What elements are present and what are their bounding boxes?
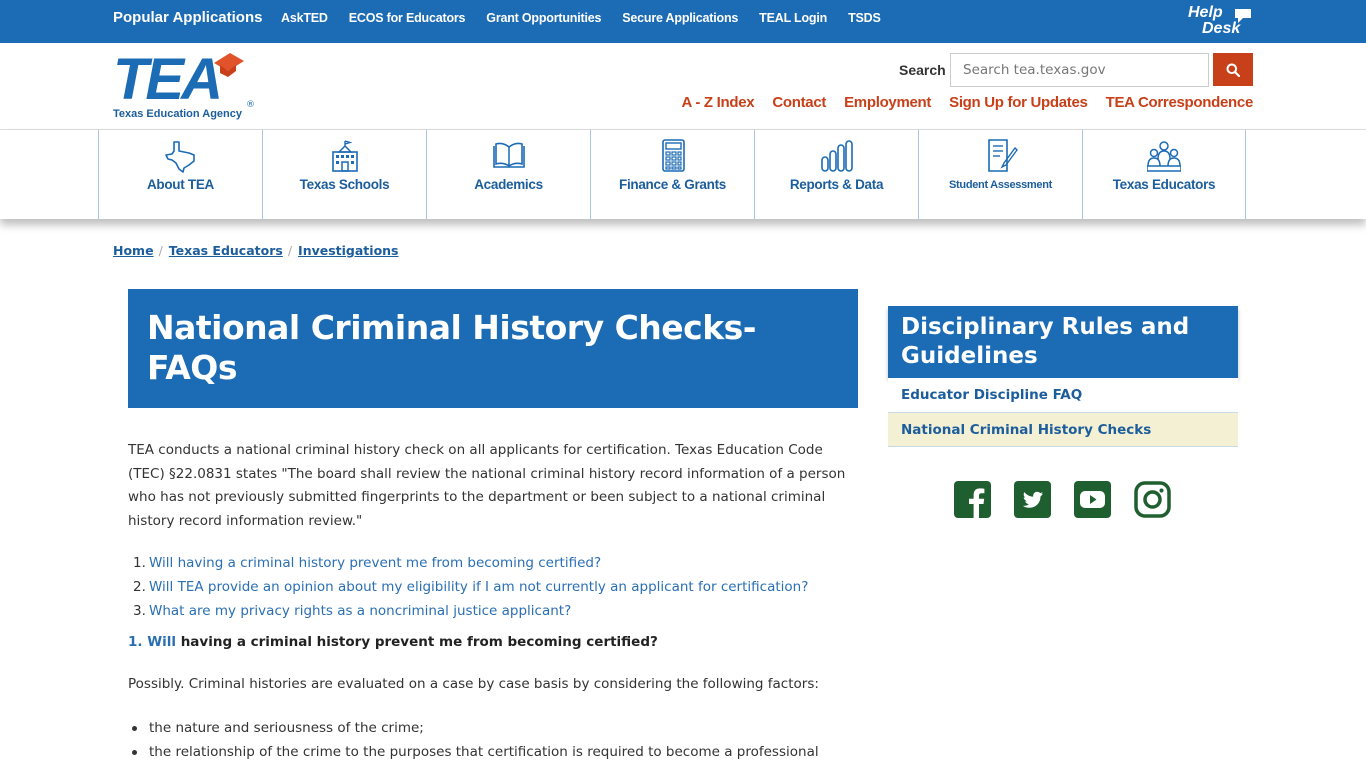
nav-about-tea[interactable]: About TEA xyxy=(98,130,262,219)
link-tea-correspondence[interactable]: TEA Correspondence xyxy=(1106,94,1254,111)
nav-label-texas-schools: Texas Schools xyxy=(299,177,390,192)
nav-label-academics: Academics xyxy=(474,177,543,192)
page-title-banner: National Criminal History Checks-FAQs xyxy=(128,289,858,408)
social-media-links xyxy=(954,481,1194,518)
breadcrumb-separator: / xyxy=(287,243,293,258)
instagram-icon[interactable] xyxy=(1134,481,1171,518)
help-desk-bubble-icon xyxy=(1235,9,1251,23)
question-1-anchor: 1. Will xyxy=(128,634,176,650)
link-ecos-for-educators[interactable]: ECOS for Educators xyxy=(349,11,466,25)
question-1-heading: 1. Will having a criminal history preven… xyxy=(128,634,658,650)
faq-link-eligibility-opinion[interactable]: Will TEA provide an opinion about my eli… xyxy=(149,579,808,595)
breadcrumb-separator: / xyxy=(158,243,163,258)
nav-reports-data[interactable]: Reports & Data xyxy=(754,130,918,219)
breadcrumb-texas-educators[interactable]: Texas Educators xyxy=(169,243,283,258)
nav-texas-educators[interactable]: Texas Educators xyxy=(1082,130,1246,219)
facebook-icon[interactable] xyxy=(954,481,991,518)
link-askted[interactable]: AskTED xyxy=(281,11,328,25)
help-desk-link[interactable]: Help Desk xyxy=(1188,5,1254,39)
faq-number: 1. xyxy=(133,555,146,571)
main-navigation: About TEA Texas Schools Academics Financ… xyxy=(0,130,1366,219)
popular-applications-links: AskTED ECOS for Educators Grant Opportun… xyxy=(281,11,902,25)
sidebar-heading: Disciplinary Rules and Guidelines xyxy=(888,306,1238,378)
graduation-cap-icon xyxy=(214,53,244,77)
faq-number: 2. xyxy=(133,579,146,595)
faq-question-list: 1. Will having a criminal history preven… xyxy=(128,551,808,623)
nav-label-finance-grants: Finance & Grants xyxy=(619,177,726,192)
search-button[interactable] xyxy=(1213,53,1253,86)
nav-student-assessment[interactable]: Student Assessment xyxy=(918,130,1082,219)
factor-item: the nature and seriousness of the crime; xyxy=(128,716,819,740)
tea-logo-letters: TEA xyxy=(113,47,223,112)
link-grant-opportunities[interactable]: Grant Opportunities xyxy=(486,11,601,25)
open-book-icon xyxy=(492,142,525,168)
nav-label-texas-educators: Texas Educators xyxy=(1112,177,1216,192)
help-desk-label-line1: Help xyxy=(1188,4,1223,21)
breadcrumb: Home / Texas Educators / Investigations xyxy=(113,243,399,258)
breadcrumb-investigations[interactable]: Investigations xyxy=(298,243,398,258)
youtube-icon[interactable] xyxy=(1074,481,1111,518)
nav-label-about-tea: About TEA xyxy=(146,177,215,192)
nav-texas-schools[interactable]: Texas Schools xyxy=(262,130,426,219)
link-contact[interactable]: Contact xyxy=(772,94,826,111)
nav-finance-grants[interactable]: Finance & Grants xyxy=(590,130,754,219)
intro-paragraph: TEA conducts a national criminal history… xyxy=(128,442,846,529)
popular-applications-title: Popular Applications xyxy=(113,9,263,26)
bar-chart-icon xyxy=(820,140,853,172)
link-employment[interactable]: Employment xyxy=(844,94,931,111)
link-teal-login[interactable]: TEAL Login xyxy=(759,11,827,25)
breadcrumb-home[interactable]: Home xyxy=(113,243,154,258)
school-building-icon xyxy=(331,140,358,172)
tea-logo-subtitle: Texas Education Agency xyxy=(113,108,242,120)
link-tsds[interactable]: TSDS xyxy=(848,11,881,25)
faq-link-criminal-history[interactable]: Will having a criminal history prevent m… xyxy=(149,555,601,571)
nav-label-reports-data: Reports & Data xyxy=(789,177,884,192)
nav-academics[interactable]: Academics xyxy=(426,130,590,219)
link-a-z-index[interactable]: A - Z Index xyxy=(682,94,755,111)
link-sign-up-for-updates[interactable]: Sign Up for Updates xyxy=(949,94,1088,111)
link-secure-applications[interactable]: Secure Applications xyxy=(622,11,738,25)
faq-link-privacy-rights[interactable]: What are my privacy rights as a noncrimi… xyxy=(149,603,571,619)
faq-list-item: 1. Will having a criminal history preven… xyxy=(128,551,808,575)
search-label: Search xyxy=(899,62,946,78)
test-paper-icon xyxy=(987,139,1018,172)
factor-item: the relationship of the crime to the pur… xyxy=(128,740,819,764)
utility-links: A - Z Index Contact Employment Sign Up f… xyxy=(664,94,1254,111)
search-icon xyxy=(1226,63,1240,77)
page-title: National Criminal History Checks-FAQs xyxy=(147,308,757,387)
faq-number: 3. xyxy=(133,603,146,619)
sidebar-heading-line1: Disciplinary Rules and xyxy=(901,314,1190,340)
tea-logo[interactable]: TEA ® Texas Education Agency xyxy=(113,51,258,123)
sidebar-link-national-criminal-history-checks[interactable]: National Criminal History Checks xyxy=(888,412,1238,447)
sidebar-heading-line2: Guidelines xyxy=(901,343,1038,369)
nav-label-student-assessment: Student Assessment xyxy=(949,179,1052,191)
faq-list-item: 2. Will TEA provide an opinion about my … xyxy=(128,575,808,599)
site-header: TEA ® Texas Education Agency Search A - … xyxy=(0,43,1366,130)
educators-group-icon xyxy=(1147,141,1181,172)
factors-list: the nature and seriousness of the crime;… xyxy=(128,716,819,764)
search-input[interactable] xyxy=(950,53,1209,87)
sidebar-link-educator-discipline-faq[interactable]: Educator Discipline FAQ xyxy=(888,378,1238,413)
calculator-icon xyxy=(661,139,685,172)
twitter-icon[interactable] xyxy=(1014,481,1051,518)
faq-list-item: 3. What are my privacy rights as a noncr… xyxy=(128,599,808,623)
question-1-text: having a criminal history prevent me fro… xyxy=(176,634,658,650)
popular-applications-bar: Popular Applications AskTED ECOS for Edu… xyxy=(0,0,1366,43)
texas-map-icon xyxy=(164,141,195,173)
answer-1-paragraph: Possibly. Criminal histories are evaluat… xyxy=(128,676,819,692)
registered-mark: ® xyxy=(246,100,255,110)
